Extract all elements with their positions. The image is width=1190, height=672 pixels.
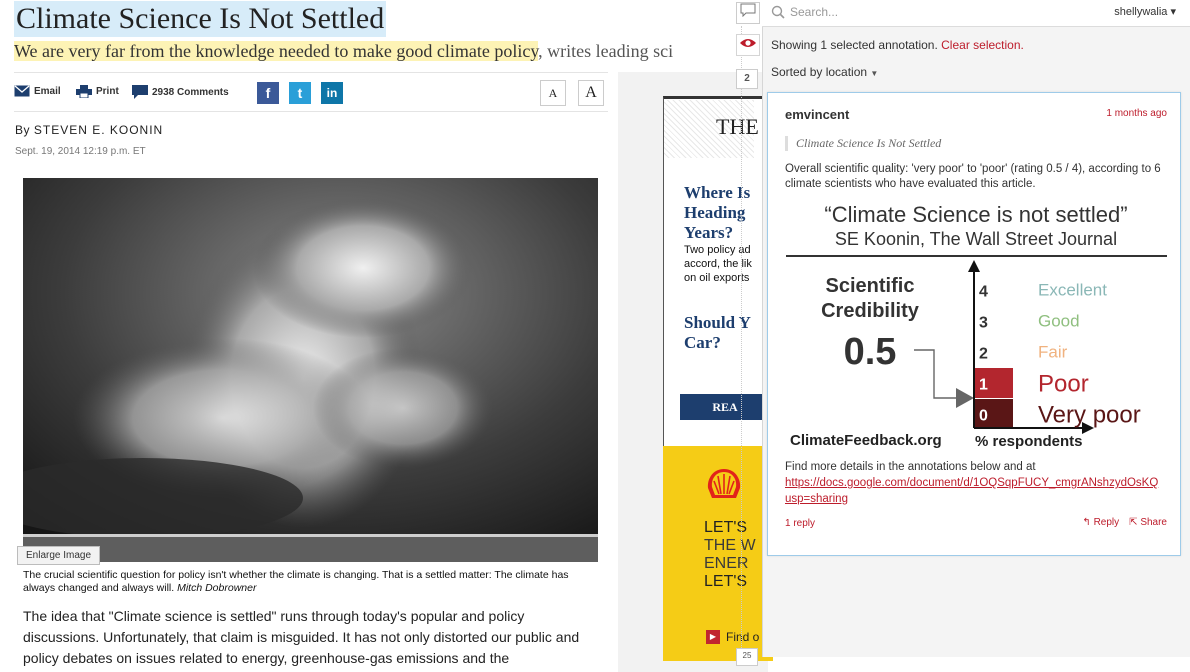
article-body: The idea that "Climate science is settle… (23, 608, 580, 666)
play-icon: ▶ (706, 630, 720, 644)
find-more-text: Find more details in the annotations bel… (785, 461, 1036, 473)
score-value: 0.5 (844, 331, 897, 373)
shell-line-2: THE W (704, 537, 756, 554)
source-site: ClimateFeedback.org (790, 432, 942, 449)
publish-date: Sept. 19, 2014 12:19 p.m. ET (15, 146, 146, 157)
annotation-author[interactable]: emvincent (785, 107, 849, 122)
score-pointer-arrow (956, 388, 974, 408)
article-toolbar: Email Print 2938 Comments f t in A A (14, 72, 608, 112)
promo-headline-2[interactable]: Should Y Car? (684, 313, 764, 353)
shell-cta[interactable]: ▶ Find o (706, 630, 759, 644)
article-photo (23, 178, 598, 562)
envelope-icon (14, 85, 30, 97)
caption-credit: Mitch Dobrowner (177, 582, 257, 594)
print-label: Print (96, 86, 119, 97)
reply-count[interactable]: 1 reply (785, 518, 815, 529)
card-title: “Climate Science is not settled” (824, 202, 1128, 227)
caption-text: The crucial scientific question for poli… (23, 569, 569, 594)
score-label-line2: Credibility (821, 300, 920, 322)
article-headline: Climate Science Is Not Settled (14, 1, 387, 37)
annotation-count-badge[interactable]: 2 (736, 69, 758, 89)
find-more: Find more details in the annotations bel… (785, 459, 1177, 507)
facebook-button[interactable]: f (257, 82, 279, 104)
eye-toggle-icon[interactable] (736, 34, 760, 56)
chart-rating-labels: Very poor Poor Fair Good Excellent (1038, 281, 1141, 429)
showing-text: Showing 1 selected annotation. (771, 38, 938, 52)
author-name[interactable]: STEVEN E. KOONIN (34, 123, 163, 137)
rating-label: Good (1038, 312, 1080, 331)
annotation-count-badge-bottom[interactable]: 25 (736, 648, 758, 666)
printer-icon (76, 85, 92, 98)
sort-label: Sorted by location (771, 65, 868, 79)
shell-line-3: ENER (704, 555, 749, 572)
sort-dropdown[interactable]: Sorted by location ▼ (771, 65, 878, 79)
rating-label: Very poor (1038, 402, 1141, 429)
reply-icon: ↰ (1082, 517, 1091, 528)
read-button[interactable]: REA (680, 394, 770, 420)
tick-label: 3 (979, 315, 988, 332)
doc-link-tail[interactable]: usp=sharing (785, 491, 1177, 507)
annotation-text: Overall scientific quality: 'very poor' … (785, 163, 1161, 190)
card-rule (786, 255, 1167, 257)
gutter-line (741, 26, 742, 656)
facebook-icon: f (265, 85, 271, 101)
rating-label: Excellent (1038, 281, 1107, 300)
tick-label: 4 (979, 284, 988, 301)
reply-button[interactable]: ↰ Reply (1082, 517, 1119, 528)
promo-headline-1[interactable]: Where Is Heading Years? (684, 183, 764, 243)
article-dek: We are very far from the knowledge neede… (14, 40, 734, 62)
shell-logo-icon (707, 469, 741, 498)
share-icon: ⇱ (1129, 517, 1138, 528)
linkedin-icon: in (326, 86, 338, 100)
tick-label: 0 (979, 408, 988, 425)
twitter-icon: t (297, 85, 303, 101)
annotation-time[interactable]: 1 months ago (1106, 108, 1167, 119)
doc-link[interactable]: https://docs.google.com/document/d/1OQSq… (785, 475, 1177, 491)
font-size-large-button[interactable]: A (578, 80, 604, 106)
dek-highlight[interactable]: We are very far from the knowledge neede… (14, 41, 539, 61)
comments-label: 2938 Comments (152, 86, 229, 98)
font-size-small-button[interactable]: A (540, 80, 566, 106)
linkedin-button[interactable]: in (321, 82, 343, 104)
print-tool[interactable]: Print (76, 85, 119, 98)
enlarge-image-button[interactable]: Enlarge Image (17, 546, 101, 565)
search-input[interactable]: Search... (790, 5, 838, 19)
share-button[interactable]: ⇱ Share (1129, 517, 1167, 528)
tick-label: 2 (979, 346, 988, 363)
user-menu[interactable]: shellywalia ▾ (1114, 5, 1176, 18)
shell-line-1: LET'S (704, 519, 748, 536)
caret-down-icon: ▼ (870, 69, 879, 78)
shell-cta-label: Find o (726, 630, 760, 644)
comments-tool[interactable]: 2938 Comments (132, 85, 229, 99)
credibility-chart: Scientific Credibility 0.5 0 1 2 3 4 Very po… (790, 260, 1141, 450)
byline-prefix: By (15, 123, 31, 137)
email-tool[interactable]: Email (14, 85, 61, 97)
card-subtitle: SE Koonin, The Wall Street Journal (834, 229, 1118, 249)
twitter-button[interactable]: t (289, 82, 311, 104)
annotation-quote: Climate Science Is Not Settled (785, 136, 941, 151)
search-icon[interactable] (771, 5, 785, 19)
share-label: Share (1140, 517, 1167, 528)
selection-status: Showing 1 selected annotation. Clear sel… (771, 38, 1024, 52)
tick-label: 1 (979, 377, 988, 394)
shell-ad-text: LET'S THE W ENER LET'S (704, 519, 764, 591)
wsj-masthead: THE (716, 114, 759, 139)
dek-rest: , writes leading sci (538, 41, 674, 61)
speech-bubble-icon (132, 85, 148, 99)
byline: By STEVEN E. KOONIN (15, 123, 163, 137)
score-label-line1: Scientific (826, 275, 915, 297)
storm-cloud-image (23, 178, 598, 562)
x-axis-label: % respondents (975, 433, 1083, 450)
photo-caption: The crucial scientific question for poli… (23, 569, 598, 595)
rating-label: Fair (1038, 343, 1068, 362)
card-actions: ↰ Reply ⇱ Share (1082, 517, 1167, 528)
clear-selection-link[interactable]: Clear selection. (941, 38, 1024, 52)
rating-label: Poor (1038, 371, 1089, 398)
shell-line-4: LET'S (704, 573, 748, 590)
reply-label: Reply (1093, 517, 1120, 528)
comment-toggle-icon[interactable] (736, 2, 760, 24)
email-label: Email (34, 85, 61, 97)
y-axis-arrow (968, 260, 980, 272)
promo-text-1: Two policy ad accord, the lik on oil exp… (684, 244, 752, 284)
